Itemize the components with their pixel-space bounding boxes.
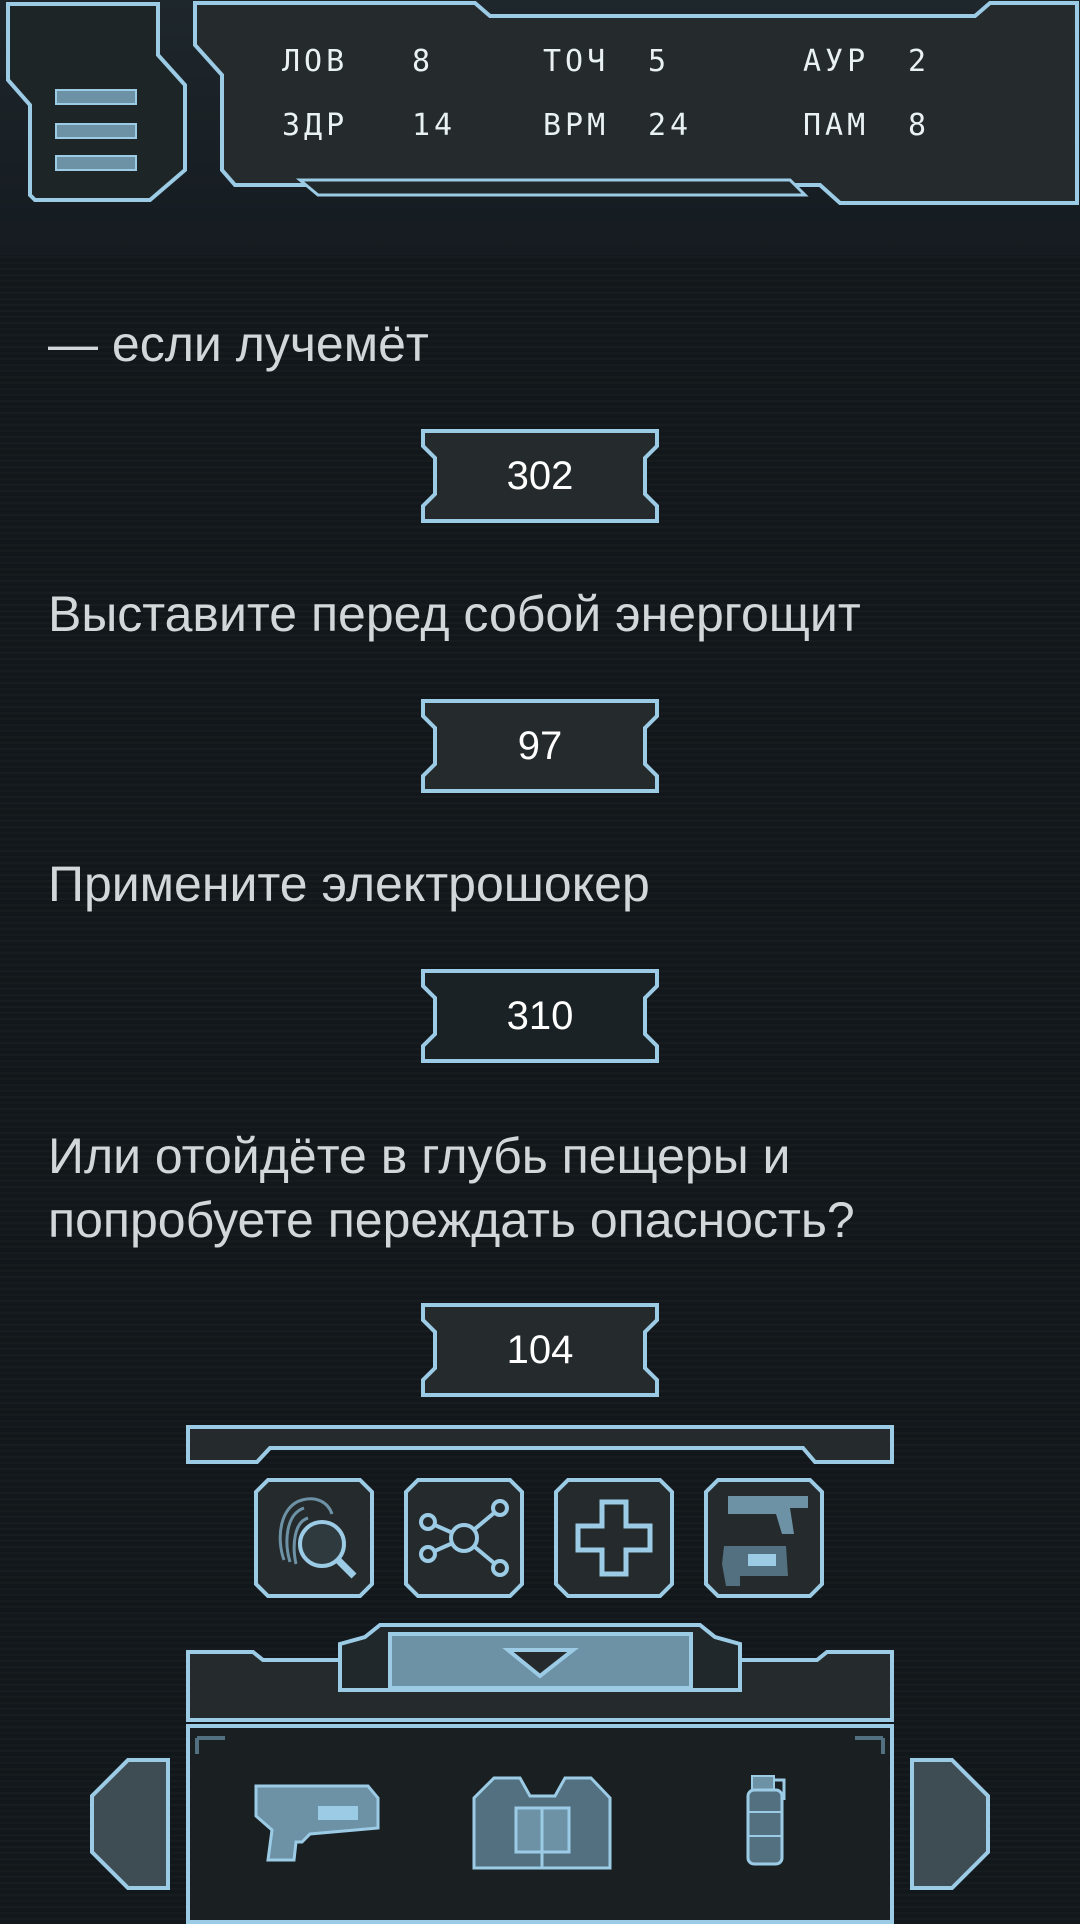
stat-value-precision: 5 [648, 44, 671, 79]
stat-label-time: ВРМ [543, 108, 610, 143]
fingerprint-scan-icon[interactable] [254, 1478, 374, 1598]
choice-button-310[interactable]: 310 [420, 968, 660, 1064]
stat-label-memory: ПАМ [803, 108, 870, 143]
stat-value-time: 24 [648, 108, 693, 143]
armor-vest-icon[interactable] [470, 1772, 615, 1872]
stat-value-aura: 2 [908, 44, 931, 79]
weapons-icon[interactable] [704, 1478, 824, 1598]
story-text: Примените электрошокер [48, 856, 650, 912]
choice-label: 97 [517, 723, 563, 768]
stat-label-aura: АУР [803, 44, 870, 79]
medical-cross-icon[interactable] [554, 1478, 674, 1598]
choice-button-104[interactable]: 104 [420, 1302, 660, 1398]
inventory-prev-arrow[interactable] [88, 1756, 176, 1892]
stat-label-agility: ЛОВ [282, 44, 349, 79]
story-text: — если лучемёт [48, 316, 429, 372]
choice-label: 302 [506, 453, 574, 498]
story-text: Выставите перед собой энергощит [48, 586, 861, 642]
inventory-next-arrow[interactable] [904, 1756, 992, 1892]
network-nodes-icon[interactable] [404, 1478, 524, 1598]
choice-button-302[interactable]: 302 [420, 428, 660, 524]
choice-label: 310 [506, 993, 574, 1038]
choice-label: 104 [506, 1327, 574, 1372]
stat-label-precision: ТОЧ [543, 44, 610, 79]
story-text: Или отойдёте в глубь пещеры и попробуете… [48, 1128, 855, 1248]
grenade-icon[interactable] [742, 1772, 792, 1872]
blaster-pistol-icon[interactable] [250, 1776, 380, 1866]
stat-value-memory: 8 [908, 108, 931, 143]
stat-label-health: ЗДР [282, 108, 349, 143]
stat-value-health: 14 [412, 108, 457, 143]
collapse-panel-button[interactable] [388, 1632, 693, 1690]
stat-value-agility: 8 [412, 44, 435, 79]
choice-button-97[interactable]: 97 [420, 698, 660, 794]
toolbar-frame [186, 1425, 894, 1464]
